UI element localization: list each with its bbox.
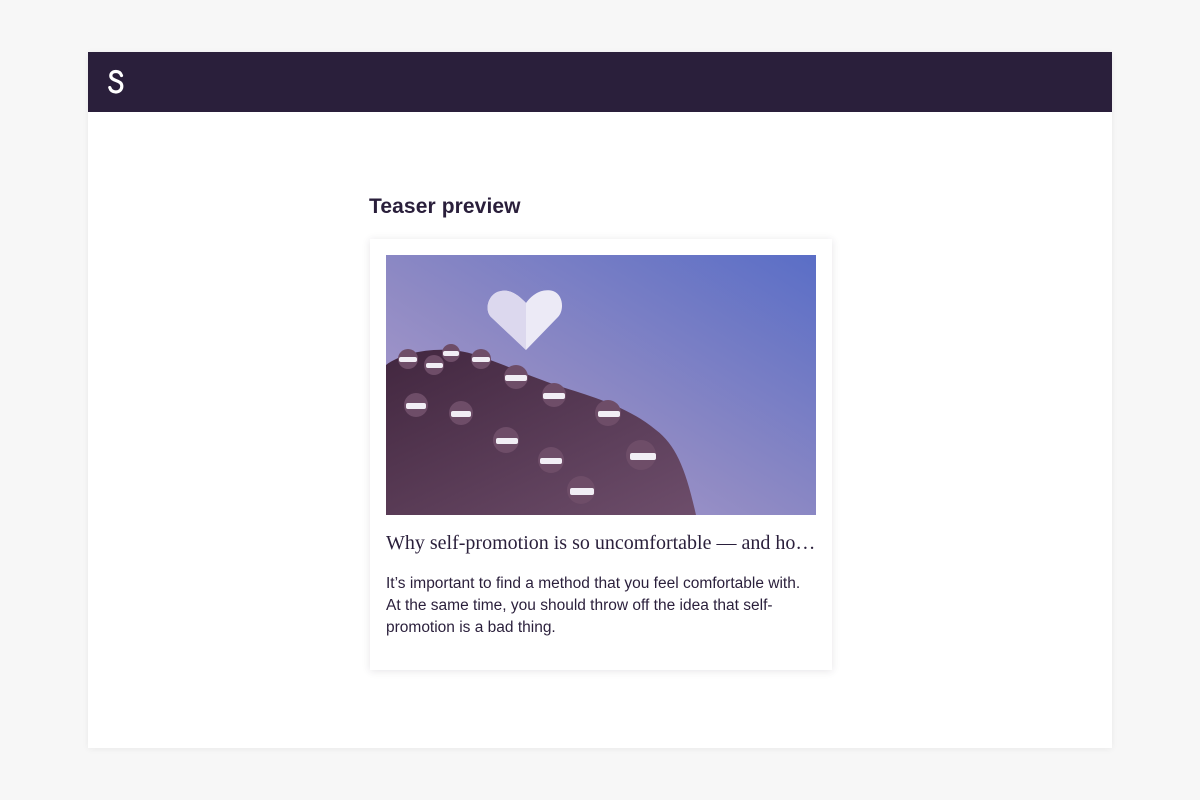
article-excerpt: It’s important to find a method that you…	[386, 575, 801, 636]
section-title: Teaser preview	[369, 195, 521, 218]
s-logo-icon[interactable]	[106, 68, 126, 96]
app-window: Teaser preview Why self-promotion is so …	[88, 52, 1112, 748]
app-header	[88, 52, 1112, 112]
audience-3d-glasses-heart-image	[386, 255, 816, 515]
article-headline[interactable]: Why self-promotion is so uncomfortable —…	[386, 532, 816, 555]
teaser-card[interactable]: Why self-promotion is so uncomfortable —…	[370, 239, 832, 670]
teaser-image	[386, 255, 816, 515]
